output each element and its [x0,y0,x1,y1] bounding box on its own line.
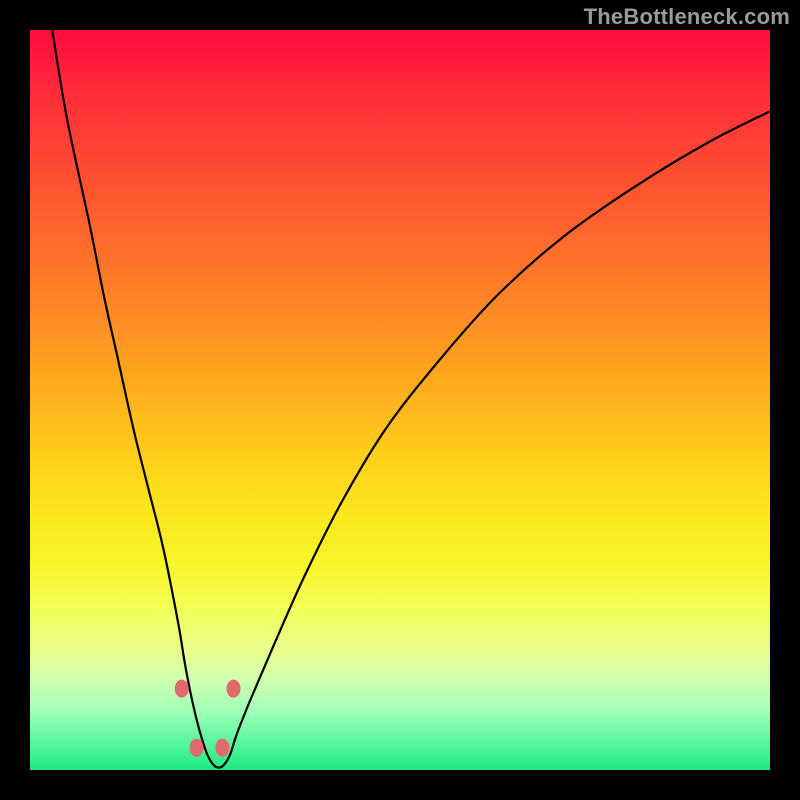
curve-markers [175,680,241,757]
watermark-label: TheBottleneck.com [584,4,790,30]
marker-dot [227,680,241,698]
bottleneck-curve [30,30,770,770]
marker-dot [175,680,189,698]
marker-dot [215,739,229,757]
marker-dot [190,739,204,757]
chart-frame: TheBottleneck.com [0,0,800,800]
curve-path [52,30,770,768]
